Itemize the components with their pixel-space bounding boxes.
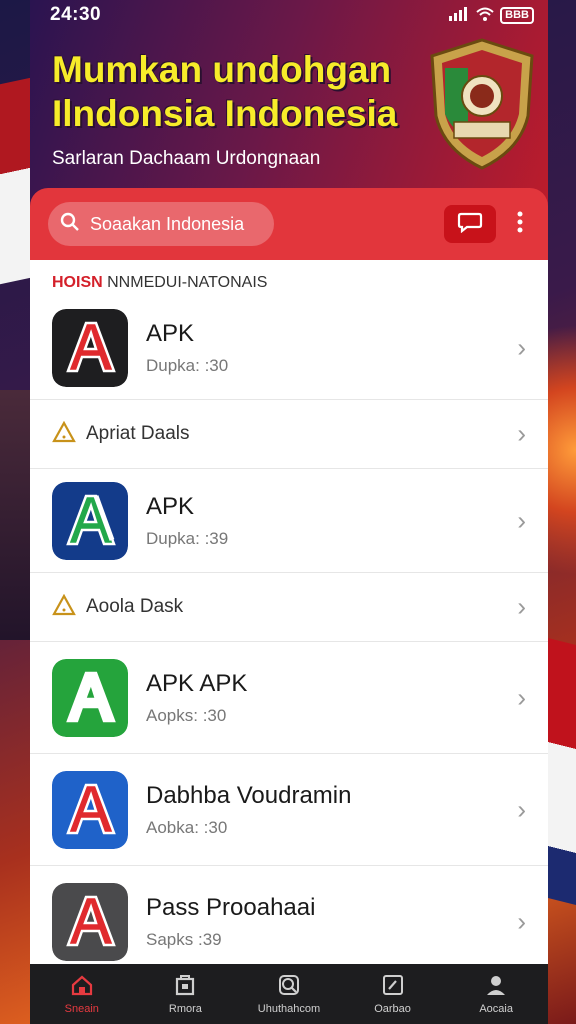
app-text-group: Pass Prooahaai Sapks :39 xyxy=(146,894,315,950)
blue-a-icon xyxy=(52,770,128,849)
section-title: NNMEDUI-NATONAIS xyxy=(107,274,268,291)
search-icon xyxy=(277,973,301,1000)
home-icon xyxy=(70,973,94,1000)
hero-title-line-1: Mumkan undohgan xyxy=(52,49,392,90)
red-a-gray-icon xyxy=(52,882,128,961)
app-name: APK xyxy=(146,492,195,520)
more-options-button[interactable] xyxy=(510,205,530,243)
category-label: Apriat Daals xyxy=(86,423,190,444)
search-input[interactable]: Soaakan Indonesia xyxy=(48,202,274,246)
app-text-group: APK Dupka: :30 xyxy=(146,320,228,376)
app-name: APK xyxy=(146,319,195,347)
app-list-item[interactable]: Pass Prooahaai Sapks :39 › xyxy=(30,866,548,978)
hero-title: Mumkan undohgan Ilndonsia Indonesia xyxy=(52,48,432,136)
profile-icon xyxy=(484,973,508,1000)
nav-item-store[interactable]: Rmora xyxy=(134,964,238,1024)
app-list-item[interactable]: APK Dupka: :39 › xyxy=(30,469,548,573)
green-a-icon xyxy=(52,658,128,737)
status-icons: BBB xyxy=(448,6,534,24)
battery-icon: BBB xyxy=(500,6,534,24)
category-list-item[interactable]: Apriat Daals › xyxy=(30,400,548,469)
store-icon xyxy=(173,973,197,1000)
search-icon xyxy=(60,212,80,237)
chat-icon xyxy=(457,211,483,238)
app-list: APK Dupka: :30 › Apriat Daals › APK Dupka: :39… xyxy=(30,296,548,978)
nav-item-edit[interactable]: Oarbao xyxy=(341,964,445,1024)
status-time: 24:30 xyxy=(50,4,102,25)
app-meta: Dupka: :30 xyxy=(146,355,229,375)
app-meta: Sapks :39 xyxy=(146,929,222,949)
signal-icon xyxy=(448,6,470,24)
chevron-right-icon: › xyxy=(517,906,526,936)
nav-label: Uhuthahcom xyxy=(257,1003,321,1015)
status-bar: 24:30 BBB xyxy=(30,0,548,30)
app-list-item[interactable]: APK APK Aopks: :30 › xyxy=(30,642,548,754)
warning-triangle-icon xyxy=(52,420,76,448)
app-text-group: APK APK Aopks: :30 xyxy=(146,670,247,726)
section-header: HOISN NNMEDUI-NATONAIS xyxy=(52,274,267,292)
wifi-icon xyxy=(476,7,494,24)
building-decoration xyxy=(0,390,34,640)
bottom-navigation: Sneain Rmora Uhuthahcom Oarbao Aocaia xyxy=(30,964,548,1024)
search-bar-container: Soaakan Indonesia xyxy=(30,188,548,260)
app-meta: Aobka: :30 xyxy=(146,817,228,837)
chevron-right-icon: › xyxy=(517,505,526,535)
more-vertical-icon xyxy=(517,211,523,238)
phone-screen: 24:30 BBB Mumkan undohgan Ilndonsia Indo… xyxy=(30,0,548,1024)
category-label: Aoola Dask xyxy=(86,596,184,617)
chevron-right-icon: › xyxy=(517,794,526,824)
app-name: Dabhba Voudramin xyxy=(146,781,352,809)
nav-item-home[interactable]: Sneain xyxy=(30,964,134,1024)
hero-title-line-2: Ilndonsia Indonesia xyxy=(52,93,398,134)
hero-subtitle: Sarlaran Dachaam Urdongnaan xyxy=(52,148,321,169)
crest-logo xyxy=(428,38,536,170)
search-placeholder: Soaakan Indonesia xyxy=(90,213,245,234)
app-text-group: APK Dupka: :39 xyxy=(146,493,228,549)
nav-item-profile[interactable]: Aocaia xyxy=(444,964,548,1024)
app-name: APK APK xyxy=(146,669,248,697)
chevron-right-icon: › xyxy=(517,591,526,622)
section-prefix: HOISN xyxy=(52,274,103,291)
nav-label: Rmora xyxy=(168,1003,202,1015)
chevron-right-icon: › xyxy=(517,418,526,449)
app-name: Pass Prooahaai xyxy=(146,893,316,921)
nav-label: Oarbao xyxy=(374,1003,411,1015)
nav-label: Aocaia xyxy=(479,1003,513,1015)
chat-button[interactable] xyxy=(444,205,496,243)
edit-icon xyxy=(381,973,405,1000)
nav-label: Sneain xyxy=(64,1003,99,1015)
category-list-item[interactable]: Aoola Dask › xyxy=(30,573,548,642)
app-text-group: Dabhba Voudramin Aobka: :30 xyxy=(146,782,351,838)
app-list-item[interactable]: APK Dupka: :30 › xyxy=(30,296,548,400)
nav-item-search[interactable]: Uhuthahcom xyxy=(237,964,341,1024)
chevron-right-icon: › xyxy=(517,332,526,362)
app-list-item[interactable]: Dabhba Voudramin Aobka: :30 › xyxy=(30,754,548,866)
red-a-dark-icon xyxy=(52,308,128,387)
app-meta: Dupka: :39 xyxy=(146,528,229,548)
app-meta: Aopks: :30 xyxy=(146,705,227,725)
green-a-blue-icon xyxy=(52,481,128,560)
chevron-right-icon: › xyxy=(517,682,526,712)
warning-triangle-icon xyxy=(52,593,76,621)
